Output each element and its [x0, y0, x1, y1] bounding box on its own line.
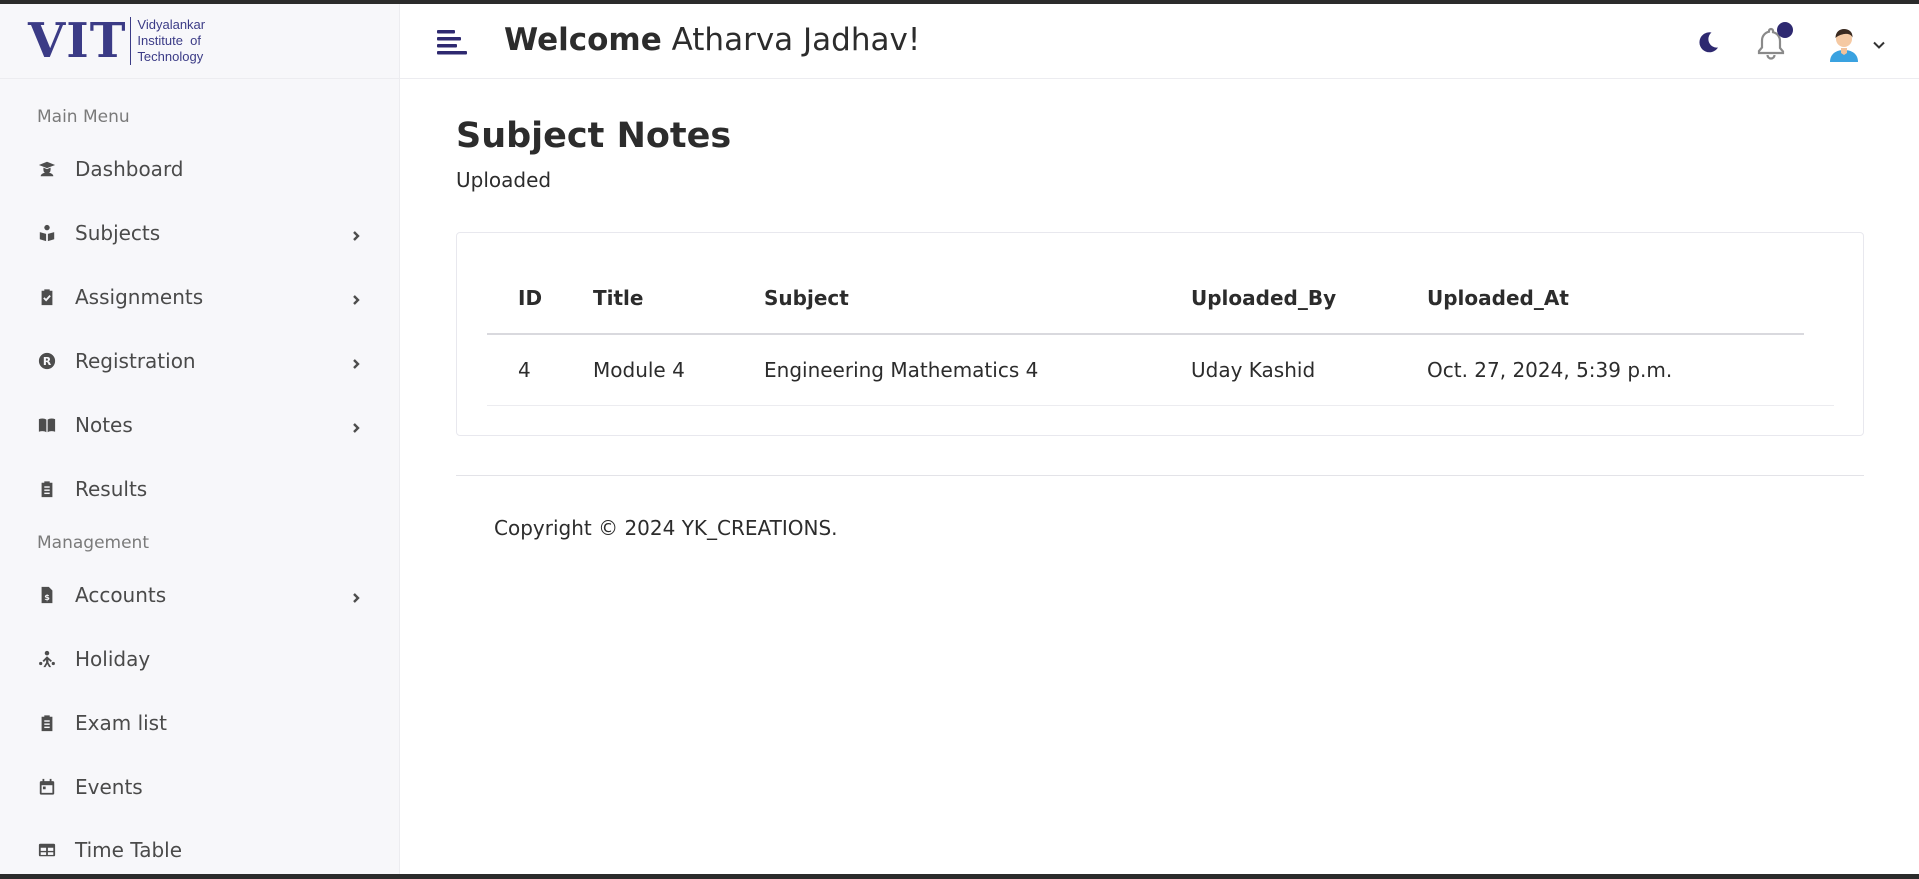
cell-title: Module 4: [593, 358, 685, 382]
column-header-uploaded-by[interactable]: Uploaded_By: [1191, 286, 1336, 310]
column-header-uploaded-at[interactable]: Uploaded_At: [1427, 286, 1569, 310]
sidebar-item-label: Subjects: [75, 221, 161, 245]
moon-icon[interactable]: [1695, 29, 1721, 55]
welcome-label: Welcome: [504, 22, 662, 58]
chevron-right-icon: [350, 355, 362, 369]
book-open-icon: [37, 415, 57, 435]
sidebar-item-time-table[interactable]: Time Table: [0, 825, 399, 875]
copyright-text: Copyright © 2024 YK_CREATIONS.: [494, 516, 838, 540]
top-header: Welcome Atharva Jadhav!: [400, 4, 1919, 79]
sidebar-item-notes[interactable]: Notes: [0, 400, 399, 450]
cell-id: 4: [518, 358, 531, 382]
window-bottom-border: [0, 874, 1919, 879]
avatar[interactable]: [1824, 22, 1864, 62]
logo-text: Vidyalankar Institute of Technology: [137, 17, 205, 65]
chevron-right-icon: [350, 419, 362, 433]
sidebar-item-label: Holiday: [75, 647, 151, 671]
column-header-title[interactable]: Title: [593, 286, 643, 310]
sidebar-item-subjects[interactable]: Subjects: [0, 208, 399, 258]
logo-mark: VIT: [28, 13, 127, 69]
clipboard-check-icon: [37, 287, 57, 307]
notes-table-card: ID Title Subject Uploaded_By Uploaded_At…: [456, 232, 1864, 436]
welcome-message: Welcome Atharva Jadhav!: [504, 22, 920, 58]
clipboard-list-icon: [37, 479, 57, 499]
chevron-right-icon: [350, 227, 362, 241]
sidebar-item-label: Notes: [75, 413, 133, 437]
sidebar-item-label: Results: [75, 477, 148, 501]
svg-text:R: R: [43, 355, 52, 368]
column-header-subject[interactable]: Subject: [764, 286, 849, 310]
sidebar-item-accounts[interactable]: $ Accounts: [0, 570, 399, 620]
chevron-down-icon[interactable]: [1872, 37, 1886, 51]
menu-toggle-icon[interactable]: [437, 28, 467, 58]
sidebar-item-label: Time Table: [75, 838, 183, 862]
sidebar-item-label: Assignments: [75, 285, 204, 309]
svg-text:$: $: [44, 592, 50, 602]
management-header: Management: [37, 533, 149, 553]
book-reader-icon: [37, 223, 57, 243]
user-name: Atharva Jadhav!: [671, 22, 921, 58]
sidebar-item-assignments[interactable]: Assignments: [0, 272, 399, 322]
logo-line-1: Vidyalankar: [137, 17, 206, 32]
sidebar-item-dashboard[interactable]: Dashboard: [0, 144, 399, 194]
holiday-icon: [37, 649, 57, 669]
sidebar-item-holiday[interactable]: Holiday: [0, 634, 399, 684]
sidebar-item-label: Events: [75, 775, 143, 799]
notification-badge: [1777, 22, 1793, 38]
sidebar-item-label: Exam list: [75, 711, 167, 735]
table-icon: [37, 840, 57, 860]
main-menu-header: Main Menu: [37, 107, 130, 127]
clipboard-list-icon: [37, 713, 57, 733]
table-header-divider: [487, 333, 1804, 335]
page-subtitle: Uploaded: [456, 168, 552, 192]
sidebar-item-events[interactable]: Events: [0, 762, 399, 812]
page-title: Subject Notes: [456, 116, 732, 156]
table-row-divider: [487, 405, 1834, 406]
sidebar-item-label: Accounts: [75, 583, 167, 607]
sidebar-item-label: Registration: [75, 349, 196, 373]
file-invoice-dollar-icon: $: [37, 585, 57, 605]
chevron-right-icon: [350, 291, 362, 305]
footer-divider: [456, 475, 1864, 476]
graduate-icon: [37, 159, 57, 179]
cell-uploaded-at: Oct. 27, 2024, 5:39 p.m.: [1427, 358, 1673, 382]
sidebar-item-registration[interactable]: R Registration: [0, 336, 399, 386]
calendar-icon: [37, 777, 57, 797]
chevron-right-icon: [350, 589, 362, 603]
cell-uploaded-by: Uday Kashid: [1191, 358, 1316, 382]
sidebar-item-label: Dashboard: [75, 157, 184, 181]
logo-line-2: Institute of: [137, 33, 202, 48]
cell-subject: Engineering Mathematics 4: [764, 358, 1039, 382]
logo[interactable]: VIT Vidyalankar Institute of Technology: [0, 4, 399, 79]
sidebar: VIT Vidyalankar Institute of Technology …: [0, 4, 400, 874]
sidebar-item-exam-list[interactable]: Exam list: [0, 698, 399, 748]
column-header-id[interactable]: ID: [518, 286, 542, 310]
sidebar-item-results[interactable]: Results: [0, 464, 399, 514]
logo-divider: [130, 17, 132, 65]
logo-line-3: Technology: [137, 49, 204, 64]
registered-icon: R: [37, 351, 57, 371]
